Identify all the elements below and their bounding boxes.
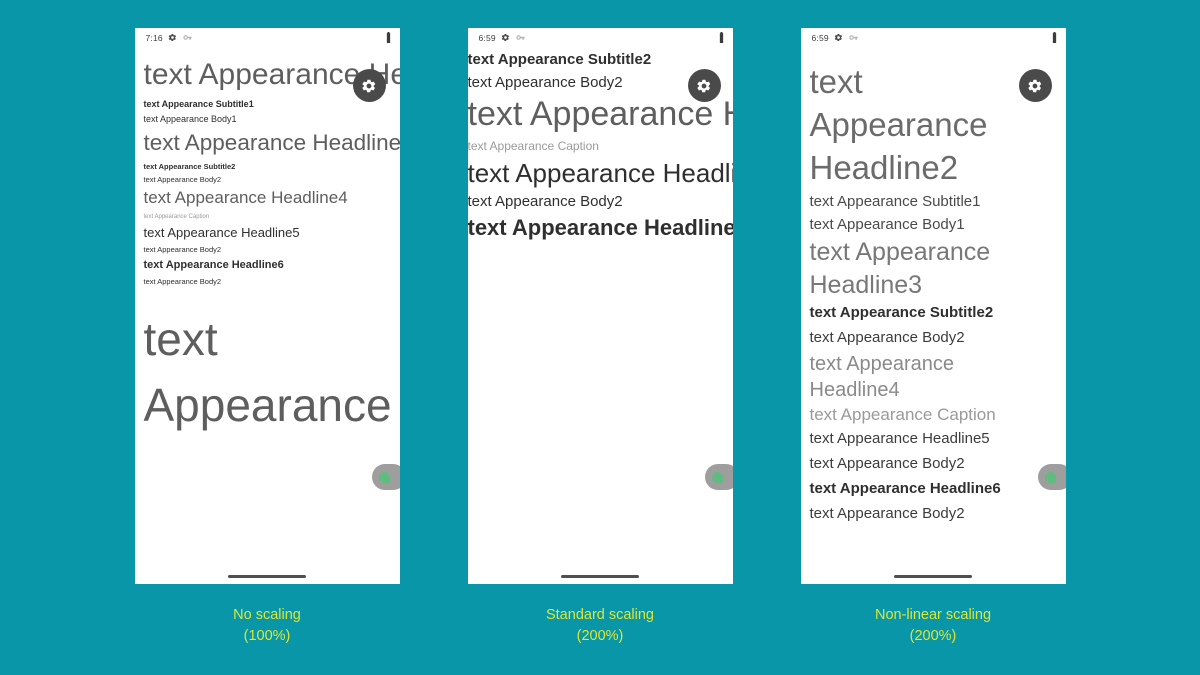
android-robot-icon [711,470,724,484]
screen-content-area[interactable]: text Appearance Headline2 text Appearanc… [801,47,1066,584]
android-robot-icon [1044,470,1057,484]
sample-headline5: text Appearance Headline5 [809,430,990,448]
screen-content-area[interactable]: text Appearance Headline3 text Appearanc… [468,47,733,584]
sample-body2: text Appearance Body2 [809,328,965,346]
status-bar-clock: 6:59 [478,32,496,43]
sample-subtitle2: text Appearance Subtitle2 [143,161,236,171]
gear-icon [1028,79,1042,92]
sample-caption: text Appearance Caption [467,138,599,153]
status-bar-left: 6:59 [479,33,526,43]
sample-headline2: text Appearance Headline2 [809,63,988,186]
gear-icon [168,33,176,42]
gesture-nav-pill[interactable] [561,575,639,578]
gear-icon [501,33,509,42]
sample-subtitle2: text Appearance Subtitle2 [467,51,652,68]
vpn-key-icon [849,35,858,40]
sample-headline5: text Appearance Headline5 [467,157,733,188]
panel-caption-standard-scaling: Standard scaling (200%) [546,605,654,647]
caption-line2: (100%) [243,628,291,645]
gear-icon [834,33,842,42]
gesture-nav-bar[interactable] [468,575,733,578]
sample-headline5: text Appearance Headline5 [143,224,300,240]
sample-body2: text Appearance Body2 [809,504,965,522]
android-debug-badge[interactable] [371,464,400,490]
panel-standard-scaling: 6:59 text Appearance Headline3 text App [467,28,733,647]
caption-line1: No scaling [233,607,301,623]
sample-headline6: text Appearance Headline6 [809,479,1001,497]
android-robot-icon [378,470,391,484]
panel-caption-no-scaling: No scaling (100%) [233,605,301,647]
panel-non-linear-scaling: 6:59 text Appearance Headline2 text Appe… [800,28,1066,647]
battery-icon [386,32,390,43]
sample-caption: text Appearance Caption [809,404,996,424]
caption-line2: (200%) [576,628,624,645]
status-bar: 7:16 [135,28,400,47]
battery-icon [719,32,723,43]
sample-headline4: text Appearance Headline4 [143,187,348,207]
phone-screenshot-standard-scaling: 6:59 text Appearance Headline3 text App [467,28,733,584]
screen-content-area[interactable]: text Appearance Headline2 text Appearanc… [135,47,400,584]
caption-line1: Standard scaling [545,607,654,623]
caption-line2: (200%) [909,628,957,645]
sample-headline3: text Appearance Headline3 [809,238,991,299]
gear-icon [697,79,711,92]
sample-subtitle2: text Appearance Subtitle2 [809,304,994,322]
vpn-key-icon [183,35,192,40]
status-bar: 6:59 [468,28,733,47]
android-debug-badge[interactable] [704,464,733,490]
sample-body1: text Appearance Body1 [143,113,237,124]
battery-icon [1052,32,1056,43]
phone-screenshot-no-scaling: 7:16 text Appearance Headline2 text App [134,28,400,584]
gesture-nav-pill[interactable] [228,575,306,578]
sample-body2: text Appearance Body2 [143,276,222,286]
gear-icon [362,79,376,92]
sample-body2: text Appearance Body2 [143,244,222,254]
status-bar-clock: 7:16 [145,32,163,43]
phone-screenshot-non-linear-scaling: 6:59 text Appearance Headline2 text Appe… [800,28,1066,584]
gesture-nav-bar[interactable] [801,575,1066,578]
status-bar-left: 6:59 [812,33,859,43]
panel-no-scaling: 7:16 text Appearance Headline2 text App [134,28,400,647]
sample-headline1: text Appearance [143,312,392,432]
sample-headline4: text Appearance Headline4 [809,352,955,401]
settings-fab[interactable] [1018,69,1052,102]
sample-body2: text Appearance Body2 [467,192,623,210]
sample-body2: text Appearance Body2 [143,174,222,184]
gesture-nav-pill[interactable] [894,575,972,578]
sample-headline4: text Appearance Headline4 [467,95,733,133]
gesture-nav-bar[interactable] [135,575,400,578]
text-sample-list: text Appearance Headline2 text Appearanc… [810,61,1066,526]
android-debug-badge[interactable] [1037,464,1066,490]
sample-body2: text Appearance Body2 [809,455,965,473]
caption-line1: Non-linear scaling [874,607,992,623]
status-bar-left: 7:16 [146,33,193,43]
sample-headline3: text Appearance Headline3 [143,130,400,156]
status-bar: 6:59 [801,28,1066,47]
sample-subtitle1: text Appearance Subtitle1 [809,192,981,210]
settings-fab[interactable] [687,69,721,102]
sample-headline6: text Appearance Headline6 [467,215,733,241]
sample-caption: text Appearance Caption [143,213,210,220]
text-sample-list: text Appearance Headline2 text Appearanc… [144,53,400,439]
vpn-key-icon [516,35,525,40]
panel-caption-non-linear-scaling: Non-linear scaling (200%) [875,605,991,647]
settings-fab[interactable] [352,69,386,102]
sample-body1: text Appearance Body1 [809,215,965,233]
status-bar-clock: 6:59 [811,32,829,43]
comparison-stage: 7:16 text Appearance Headline2 text App [0,0,1200,675]
sample-headline6: text Appearance Headline6 [143,258,284,271]
